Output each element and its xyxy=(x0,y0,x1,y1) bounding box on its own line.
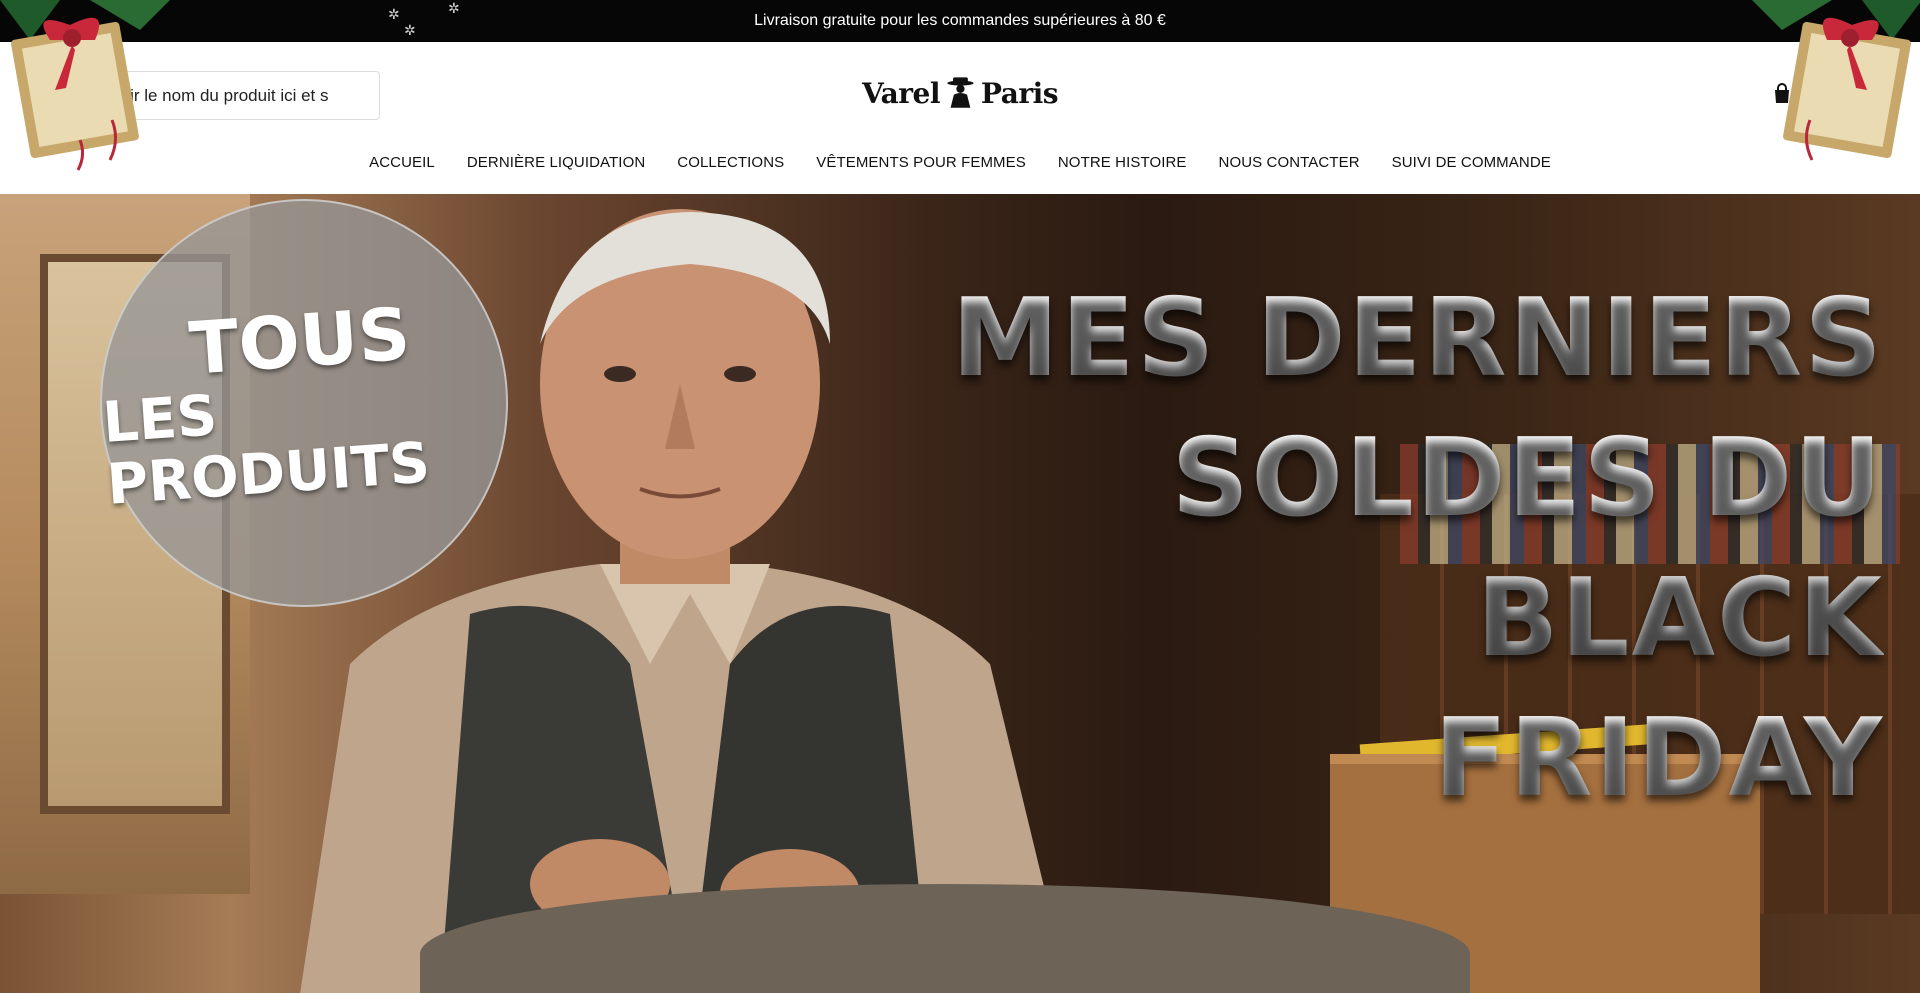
nav-item-accueil[interactable]: ACCUEIL xyxy=(369,146,435,180)
hero-headline: MES DERNIERS SOLDES DU BLACK FRIDAY xyxy=(884,269,1884,829)
snowflake-icon: ✲ xyxy=(388,6,400,22)
cart-button[interactable] xyxy=(1770,82,1796,108)
headline-line-2: SOLDES DU BLACK xyxy=(884,409,1884,689)
search-icon[interactable] xyxy=(89,72,125,119)
nav-item-notre-histoire[interactable]: NOTRE HISTOIRE xyxy=(1058,146,1187,180)
snowflake-icon: ✲ xyxy=(448,0,460,16)
brand-name-left: Varel xyxy=(862,76,941,110)
hero-banner[interactable]: TOUS LES PRODUITS MES DERNIERS SOLDES DU… xyxy=(0,194,1920,993)
hat-man-icon xyxy=(947,77,974,108)
search-input[interactable] xyxy=(125,72,375,119)
search-box[interactable] xyxy=(88,71,380,120)
nav-item-suivi-commande[interactable]: SUIVI DE COMMANDE xyxy=(1392,146,1551,180)
headline-line-1: MES DERNIERS xyxy=(884,269,1884,409)
brand-name-right: Paris xyxy=(980,76,1059,110)
announcement-bar: Livraison gratuite pour les commandes su… xyxy=(0,0,1920,42)
nav-item-collections[interactable]: COLLECTIONS xyxy=(677,146,784,180)
nav-item-vetements-femmes[interactable]: VÊTEMENTS POUR FEMMES xyxy=(816,146,1026,180)
main-nav: ACCUEIL DERNIÈRE LIQUIDATION COLLECTIONS… xyxy=(0,146,1920,180)
snowflake-icon: ✲ xyxy=(404,22,416,38)
announcement-text: Livraison gratuite pour les commandes su… xyxy=(754,12,1166,29)
site-header: Varel Paris ACCUEIL DERNIÈRE LIQUIDATION… xyxy=(0,42,1920,194)
nav-item-derniere-liquidation[interactable]: DERNIÈRE LIQUIDATION xyxy=(467,146,645,180)
cart-icon xyxy=(1775,83,1789,103)
nav-item-nous-contacter[interactable]: NOUS CONTACTER xyxy=(1219,146,1360,180)
headline-line-3: FRIDAY xyxy=(884,689,1884,829)
badge-line-2: LES PRODUITS xyxy=(100,383,432,518)
brand-logo[interactable]: Varel Paris xyxy=(862,70,1059,116)
